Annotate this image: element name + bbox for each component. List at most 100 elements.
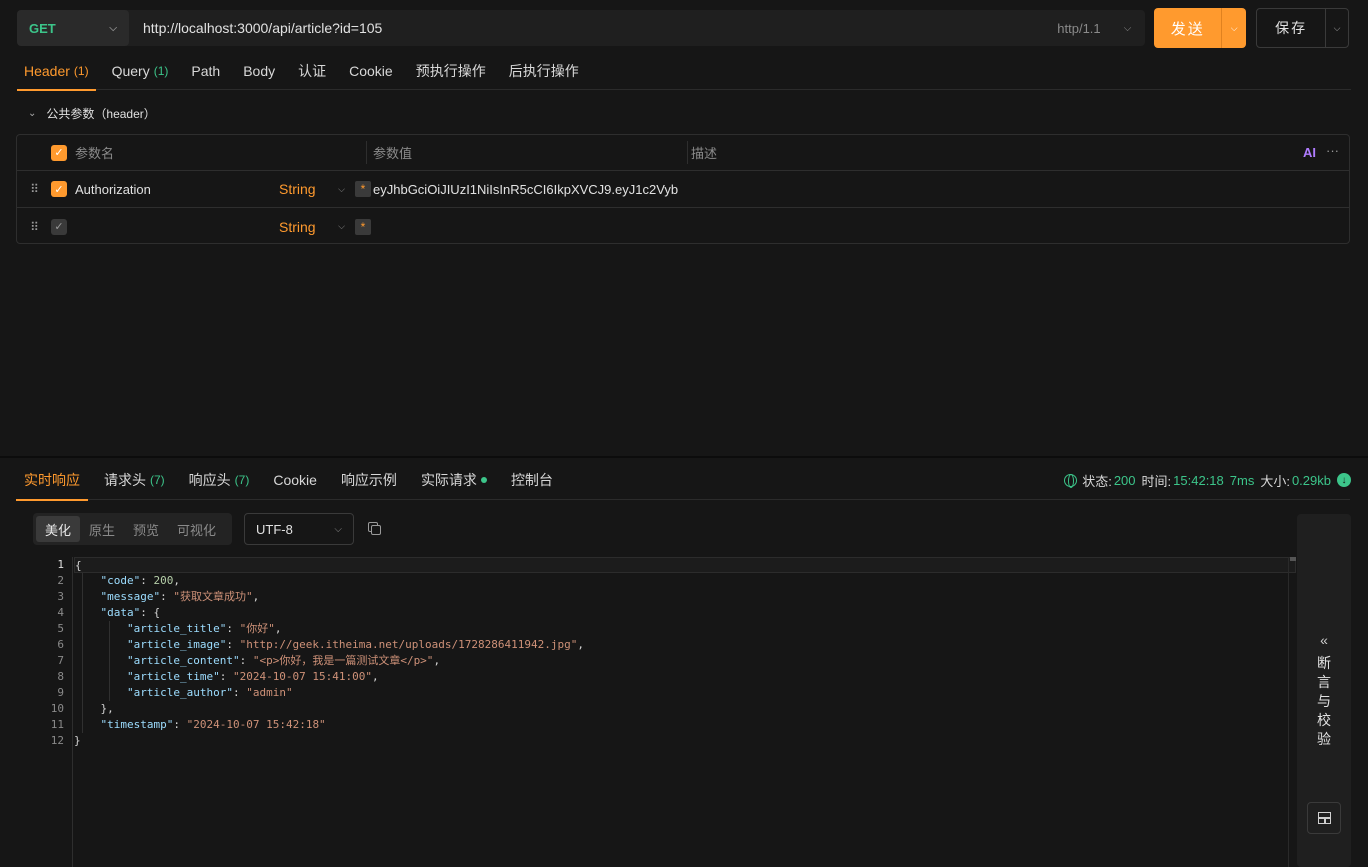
tab-actual-request[interactable]: 实际请求: [413, 460, 495, 500]
url-input[interactable]: http://localhost:3000/api/article?id=105: [129, 20, 1045, 36]
encoding-select[interactable]: UTF-8 ⌵: [244, 513, 354, 545]
panel-divider[interactable]: [0, 456, 1368, 458]
tab-path[interactable]: Path: [184, 52, 227, 90]
assertion-label[interactable]: 断言与校验: [1297, 654, 1351, 749]
code-line: "timestamp": "2024-10-07 15:42:18": [100, 718, 326, 731]
tab-request-headers[interactable]: 请求头 (7): [96, 460, 173, 500]
tab-body[interactable]: Body: [236, 52, 282, 90]
tab-live-response[interactable]: 实时响应: [16, 460, 88, 501]
status-label: 状态:: [1082, 473, 1112, 489]
required-toggle[interactable]: *: [355, 181, 371, 197]
response-editor[interactable]: 1 2 3 4 5 6 7 8 9 10 11 12 { "code": 200…: [16, 557, 1296, 867]
save-button-group: 保存 ⌵: [1256, 8, 1349, 48]
status-code: 200: [1113, 472, 1136, 488]
tab-count: (1): [153, 63, 169, 78]
code-line: "article_time": "2024-10-07 15:41:00",: [126, 670, 379, 683]
line-gutter: 1 2 3 4 5 6 7 8 9 10 11 12: [16, 557, 73, 867]
chevron-down-icon: ⌵: [109, 22, 117, 34]
protocol-select[interactable]: http/1.1 ⌵: [1045, 21, 1145, 36]
request-tabs: Header (1) Query (1) Path Body 认证 Cookie 预…: [17, 52, 1351, 91]
tab-cookie[interactable]: Cookie: [265, 460, 325, 500]
param-value-header: 参数值: [373, 146, 413, 161]
param-type-select[interactable]: String ⌵: [279, 219, 349, 235]
param-row-empty: ⠿ ✓ String ⌵ *: [17, 208, 1349, 245]
tab-label: 响应头: [188, 471, 231, 488]
tab-label: Header: [24, 62, 70, 79]
json-article-image: "http://geek.itheima.net/uploads/1728286…: [239, 638, 578, 651]
format-tabs: 美化 原生 预览 可视化: [33, 513, 232, 545]
protocol-label: http/1.1: [1057, 20, 1101, 36]
tab-response-headers[interactable]: 响应头 (7): [181, 460, 258, 500]
param-name[interactable]: Authorization: [67, 182, 279, 197]
json-article-time: "2024-10-07 15:41:00": [232, 670, 373, 683]
tab-response-example[interactable]: 响应示例: [333, 460, 405, 500]
line-number: 1: [57, 558, 64, 571]
tab-count: (1): [73, 63, 89, 78]
line-number: 6: [57, 638, 64, 651]
send-dropdown-chevron-icon[interactable]: ⌵: [1222, 8, 1246, 48]
tab-header[interactable]: Header (1): [17, 52, 96, 91]
select-all-checkbox[interactable]: ✓: [51, 144, 67, 161]
param-checkbox[interactable]: ✓: [51, 218, 67, 235]
save-button[interactable]: 保存: [1257, 9, 1327, 47]
json-article-content: "<p>你好，我是一篇测试文章</p>": [252, 654, 434, 667]
public-params-group[interactable]: ⌄ 公共参数（header）: [28, 104, 156, 122]
code-line: "message": "获取文章成功",: [100, 590, 260, 603]
tab-label: Body: [243, 62, 276, 79]
layout-toggle-button[interactable]: [1307, 802, 1341, 834]
line-number: 5: [57, 622, 64, 635]
format-pretty[interactable]: 美化: [36, 516, 81, 542]
tab-console[interactable]: 控制台: [503, 460, 561, 500]
drag-handle-icon[interactable]: ⠿: [17, 182, 51, 196]
params-table: ✓ 参数名 参数值 描述 AI ··· ⠿ ✓ Authorization St…: [16, 134, 1350, 244]
type-label: String: [279, 181, 316, 197]
tab-query[interactable]: Query (1): [105, 52, 176, 90]
tab-label: 控制台: [510, 471, 553, 488]
code-line: "data": {: [100, 606, 161, 619]
tab-label: Path: [191, 62, 221, 79]
copy-icon[interactable]: [367, 521, 381, 535]
param-type-select[interactable]: String ⌵: [279, 181, 349, 197]
download-icon[interactable]: ↓: [1337, 473, 1351, 487]
param-name-header: 参数名: [75, 146, 115, 161]
tab-label: Cookie: [349, 62, 393, 79]
line-number: 11: [50, 718, 64, 731]
send-button[interactable]: 发送: [1154, 8, 1223, 48]
format-raw[interactable]: 原生: [80, 516, 124, 542]
tab-auth[interactable]: 认证: [291, 52, 333, 90]
tab-label: 实时响应: [24, 471, 80, 488]
tab-label: 实际请求: [420, 471, 477, 488]
method-select[interactable]: GET ⌵: [17, 10, 129, 46]
param-value[interactable]: eyJhbGciOiJIUzI1NiIsInR5cCI6IkpXVCJ9.eyJ…: [373, 182, 678, 197]
more-icon[interactable]: ···: [1326, 143, 1339, 158]
line-number: 3: [57, 590, 64, 603]
layout-icon: [1318, 812, 1331, 824]
size-label: 大小:: [1260, 473, 1290, 489]
ai-icon[interactable]: AI: [1303, 145, 1316, 160]
format-visualize[interactable]: 可视化: [168, 516, 225, 542]
line-number: 7: [57, 654, 64, 667]
tab-label: 认证: [298, 62, 327, 79]
line-number: 10: [50, 702, 64, 715]
param-checkbox[interactable]: ✓: [51, 181, 67, 197]
expand-panel-icon[interactable]: «: [1297, 632, 1351, 648]
param-desc-header: 描述: [691, 146, 718, 161]
code-line: }: [74, 734, 81, 747]
code-line: "article_image": "http://geek.itheima.ne…: [126, 638, 584, 651]
size-value: 0.29kb: [1291, 472, 1331, 488]
format-preview[interactable]: 预览: [124, 516, 168, 542]
tab-pre-script[interactable]: 预执行操作: [409, 52, 493, 90]
editor-scrollbar[interactable]: [1288, 557, 1296, 867]
chevron-down-icon: ⌵: [338, 183, 345, 194]
tab-label: Query: [111, 62, 150, 79]
tab-cookie[interactable]: Cookie: [342, 52, 400, 90]
tab-post-script[interactable]: 后执行操作: [502, 52, 586, 90]
save-dropdown-chevron-icon[interactable]: ⌵: [1326, 9, 1348, 47]
chevron-down-icon: ⌵: [334, 523, 342, 535]
tab-label: 后执行操作: [508, 62, 579, 79]
drag-handle-icon[interactable]: ⠿: [17, 220, 51, 234]
duration-value: 7ms: [1229, 472, 1255, 488]
json-timestamp: "2024-10-07 15:42:18": [186, 718, 326, 731]
tab-count: (7): [150, 472, 165, 487]
required-toggle[interactable]: *: [355, 218, 371, 235]
